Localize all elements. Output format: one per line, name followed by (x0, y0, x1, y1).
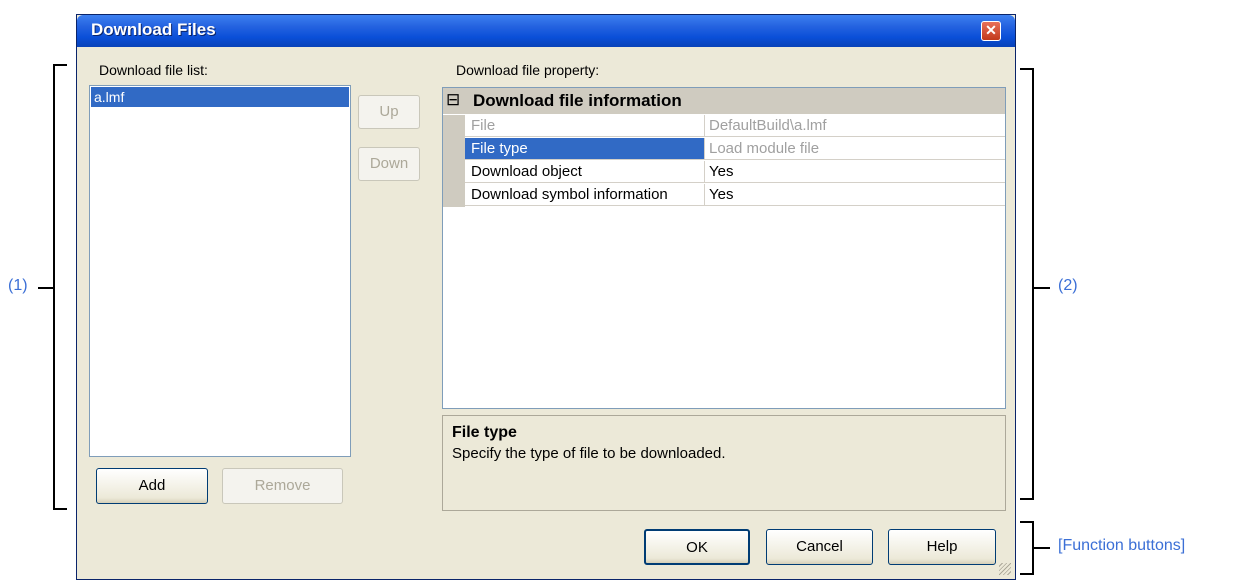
download-files-dialog: Download Files ✕ Download file list: a.l… (76, 14, 1016, 580)
collapse-icon[interactable]: ⊟ (446, 90, 460, 110)
close-button[interactable]: ✕ (981, 21, 1001, 41)
property-row[interactable]: File type Load module file (443, 138, 1005, 161)
property-name: File type (465, 138, 705, 160)
down-button[interactable]: Down (358, 147, 420, 181)
ok-button[interactable]: OK (644, 529, 750, 565)
title-bar[interactable]: Download Files ✕ (77, 15, 1015, 47)
add-button[interactable]: Add (96, 468, 208, 504)
description-title: File type (452, 424, 517, 441)
category-title: Download file information (473, 91, 682, 110)
property-name: Download object (465, 161, 705, 183)
remove-button[interactable]: Remove (222, 468, 343, 504)
bracket-1-tick (38, 287, 54, 289)
list-item-label: a.lmf (94, 89, 125, 105)
property-row[interactable]: File DefaultBuild\a.lmf (443, 115, 1005, 138)
up-button[interactable]: Up (358, 95, 420, 129)
annotation-2: (2) (1058, 277, 1078, 294)
bracket-2 (1020, 68, 1034, 500)
download-file-list-label: Download file list: (99, 62, 208, 78)
download-file-property-label: Download file property: (456, 62, 600, 78)
property-value: Load module file (705, 138, 1005, 160)
description-text: Specify the type of file to be downloade… (452, 445, 726, 462)
help-button[interactable]: Help (888, 529, 996, 565)
property-name: Download symbol information (465, 184, 705, 206)
annotation-function-buttons: [Function buttons] (1058, 537, 1186, 554)
property-row[interactable]: Download symbol information Yes (443, 184, 1005, 207)
bracket-function-buttons-tick (1034, 547, 1050, 549)
bracket-1 (53, 64, 67, 510)
bracket-2-tick (1034, 287, 1050, 289)
bracket-function-buttons (1020, 521, 1034, 575)
annotation-1: (1) (8, 277, 28, 294)
property-value: Yes (705, 161, 1005, 183)
close-icon: ✕ (985, 22, 997, 38)
property-value: DefaultBuild\a.lmf (705, 115, 1005, 137)
property-description-panel: File type Specify the type of file to be… (442, 415, 1006, 511)
dialog-title: Download Files (91, 20, 216, 39)
property-grid[interactable]: ⊟ Download file information File Default… (442, 87, 1006, 409)
cancel-button[interactable]: Cancel (766, 529, 873, 565)
list-item[interactable]: a.lmf (91, 87, 349, 107)
download-file-list[interactable]: a.lmf (89, 85, 351, 457)
property-value: Yes (705, 184, 1005, 206)
resize-grip-icon[interactable] (999, 563, 1011, 575)
category-header[interactable]: ⊟ Download file information (443, 88, 1005, 114)
property-name: File (465, 115, 705, 137)
property-row[interactable]: Download object Yes (443, 161, 1005, 184)
